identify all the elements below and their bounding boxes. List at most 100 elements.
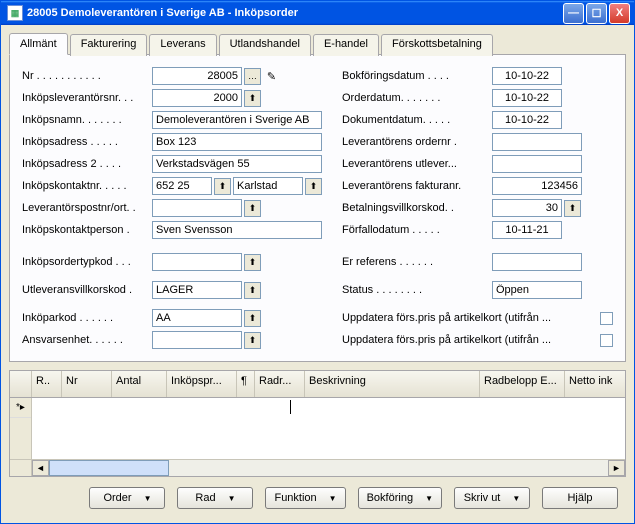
- inkopsadress2-label: Inköpsadress 2 . . . .: [22, 158, 152, 170]
- ansvarsenhet-label: Ansvarsenhet. . . . . .: [22, 334, 152, 346]
- maximize-button[interactable]: ☐: [586, 3, 607, 24]
- inkopskontaktperson-input[interactable]: [152, 221, 322, 239]
- tab-utlandshandel[interactable]: Utlandshandel: [219, 34, 311, 56]
- inkopsleverantorsnr-lookup-button[interactable]: ⬆: [244, 90, 261, 107]
- right-column: Bokföringsdatum . . . . Orderdatum. . . …: [342, 65, 613, 351]
- rad-button[interactable]: Rad: [177, 487, 253, 509]
- bokforing-button[interactable]: Bokföring: [358, 487, 442, 509]
- inkopskontaktnr-label: Inköpskontaktnr. . . . .: [22, 180, 152, 192]
- bokforingsdatum-label: Bokföringsdatum . . . .: [342, 70, 492, 82]
- forfallodatum-input[interactable]: [492, 221, 562, 239]
- skrivut-button[interactable]: Skriv ut: [454, 487, 530, 509]
- upd2-checkbox[interactable]: [600, 334, 613, 347]
- er-referens-label: Er referens . . . . . .: [342, 256, 492, 268]
- inkopsnamn-label: Inköpsnamn. . . . . . .: [22, 114, 152, 126]
- grid-cursor: [290, 400, 291, 414]
- nr-input[interactable]: [152, 67, 242, 85]
- scroll-left-button[interactable]: ◄: [32, 460, 49, 476]
- leverantorens-ordernr-label: Leverantörens ordernr .: [342, 136, 492, 148]
- orderdatum-label: Orderdatum. . . . . . .: [342, 92, 492, 104]
- order-button[interactable]: Order: [89, 487, 165, 509]
- bokforingsdatum-input[interactable]: [492, 67, 562, 85]
- lines-grid[interactable]: R.. Nr Antal Inköpspr... ¶ Radr... Beskr…: [9, 370, 626, 477]
- inkopsadress-label: Inköpsadress . . . . .: [22, 136, 152, 148]
- leverantorens-utlever-input[interactable]: [492, 155, 582, 173]
- grid-header-netto[interactable]: Netto ink: [565, 371, 625, 397]
- utleveransvillkorskod-input[interactable]: [152, 281, 242, 299]
- forfallodatum-label: Förfallodatum . . . . .: [342, 224, 492, 236]
- minimize-button[interactable]: —: [563, 3, 584, 24]
- inkopsadress2-input[interactable]: [152, 155, 322, 173]
- nr-label: Nr . . . . . . . . . . .: [22, 70, 152, 82]
- grid-header-antal[interactable]: Antal: [112, 371, 167, 397]
- inkoparkod-input[interactable]: [152, 309, 242, 327]
- betalningsvillkorskod-lookup-button[interactable]: ⬆: [564, 200, 581, 217]
- grid-header-r[interactable]: R..: [32, 371, 62, 397]
- inkopsleverantorsnr-input[interactable]: [152, 89, 242, 107]
- betalningsvillkorskod-input[interactable]: [492, 199, 562, 217]
- status-label: Status . . . . . . . .: [342, 284, 492, 296]
- inkoparkod-lookup-button[interactable]: ⬆: [244, 310, 261, 327]
- inkopsleverantorsnr-label: Inköpsleverantörsnr. . .: [22, 92, 152, 104]
- tab-fakturering[interactable]: Fakturering: [70, 34, 148, 56]
- ansvarsenhet-lookup-button[interactable]: ⬆: [244, 332, 261, 349]
- dokumentdatum-input[interactable]: [492, 111, 562, 129]
- er-referens-input[interactable]: [492, 253, 582, 271]
- leverantorens-utlever-label: Leverantörens utlever...: [342, 158, 492, 170]
- horizontal-scrollbar[interactable]: ◄ ►: [10, 459, 625, 476]
- grid-header-pilcrow[interactable]: ¶: [237, 371, 255, 397]
- inkopskontaktnr-input[interactable]: [152, 177, 212, 195]
- grid-header-beskrivning[interactable]: Beskrivning: [305, 371, 480, 397]
- close-button[interactable]: X: [609, 3, 630, 24]
- upd1-checkbox[interactable]: [600, 312, 613, 325]
- inkopsordertypkod-input[interactable]: [152, 253, 242, 271]
- leverantorens-fakturanr-label: Leverantörens fakturanr.: [342, 180, 492, 192]
- inkopsadress-input[interactable]: [152, 133, 322, 151]
- row-marker[interactable]: *▸: [10, 398, 31, 418]
- grid-rowselect-header[interactable]: [10, 371, 32, 397]
- grid-header-radbelopp[interactable]: Radbelopp E...: [480, 371, 565, 397]
- betalningsvillkorskod-label: Betalningsvillkorskod. .: [342, 202, 492, 214]
- grid-cells[interactable]: [32, 398, 625, 459]
- row-selector-column: *▸: [10, 398, 32, 459]
- grid-header-inkopspr[interactable]: Inköpspr...: [167, 371, 237, 397]
- orderdatum-input[interactable]: [492, 89, 562, 107]
- scroll-right-button[interactable]: ►: [608, 460, 625, 476]
- nr-lookup-button[interactable]: [244, 68, 261, 85]
- tab-leverans[interactable]: Leverans: [149, 34, 216, 56]
- dokumentdatum-label: Dokumentdatum. . . . .: [342, 114, 492, 126]
- city-lookup-button[interactable]: ⬆: [305, 178, 322, 195]
- app-icon: ▦: [7, 5, 23, 21]
- status-input[interactable]: [492, 281, 582, 299]
- grid-header: R.. Nr Antal Inköpspr... ¶ Radr... Beskr…: [10, 371, 625, 398]
- grid-header-radr[interactable]: Radr...: [255, 371, 305, 397]
- leverantorspostnrort-label: Leverantörspostnr/ort. .: [22, 202, 152, 214]
- window-title: 28005 Demoleverantören i Sverige AB - In…: [27, 7, 563, 19]
- leverantorspostnrort-input[interactable]: [152, 199, 242, 217]
- inkopskontaktnr-city-input[interactable]: [233, 177, 303, 195]
- inkopsnamn-input[interactable]: [152, 111, 322, 129]
- footer-buttons: Order Rad Funktion Bokföring Skriv ut Hj…: [9, 477, 626, 515]
- leverantorspostnrort-lookup-button[interactable]: ⬆: [244, 200, 261, 217]
- ansvarsenhet-input[interactable]: [152, 331, 242, 349]
- inkopskontaktperson-label: Inköpskontaktperson .: [22, 224, 152, 236]
- tabpage-allmant: Nr . . . . . . . . . . . ✎ Inköpsleveran…: [9, 54, 626, 362]
- funktion-button[interactable]: Funktion: [265, 487, 345, 509]
- client-area: Allmänt Fakturering Leverans Utlandshand…: [1, 25, 634, 523]
- window-buttons: — ☐ X: [563, 3, 634, 24]
- inkoparkod-label: Inköparkod . . . . . .: [22, 312, 152, 324]
- utleveransvillkorskod-lookup-button[interactable]: ⬆: [244, 282, 261, 299]
- inkopsordertypkod-lookup-button[interactable]: ⬆: [244, 254, 261, 271]
- tab-allmant[interactable]: Allmänt: [9, 33, 68, 55]
- leverantorens-fakturanr-input[interactable]: [492, 177, 582, 195]
- tab-forskottsbetalning[interactable]: Förskottsbetalning: [381, 34, 493, 56]
- grid-header-nr[interactable]: Nr: [62, 371, 112, 397]
- leverantorens-ordernr-input[interactable]: [492, 133, 582, 151]
- inkopskontaktnr-lookup-button[interactable]: ⬆: [214, 178, 231, 195]
- left-column: Nr . . . . . . . . . . . ✎ Inköpsleveran…: [22, 65, 322, 351]
- pencil-icon[interactable]: ✎: [263, 68, 280, 85]
- titlebar: ▦ 28005 Demoleverantören i Sverige AB - …: [1, 1, 634, 25]
- scroll-thumb[interactable]: [49, 460, 169, 476]
- tab-ehandel[interactable]: E-handel: [313, 34, 379, 56]
- hjalp-button[interactable]: Hjälp: [542, 487, 618, 509]
